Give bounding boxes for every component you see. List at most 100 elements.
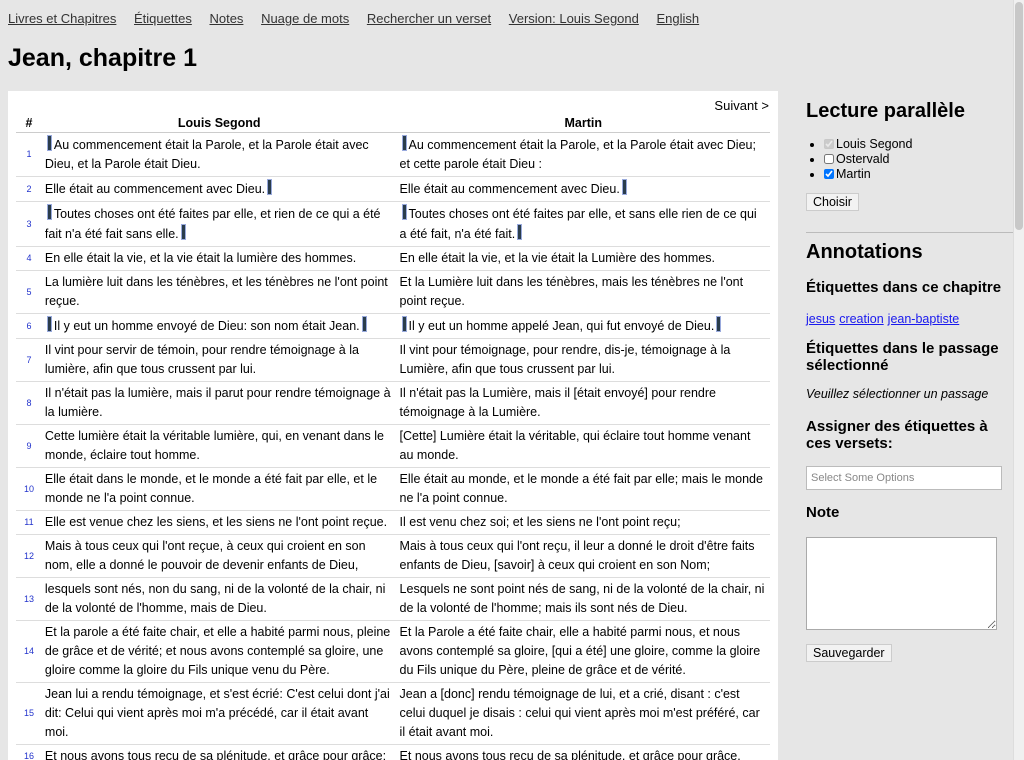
- verse-row[interactable]: 14 Et la parole a été faite chair, et ell…: [16, 620, 770, 683]
- verse-number[interactable]: 14: [16, 620, 42, 683]
- nav-language[interactable]: English: [657, 11, 700, 26]
- verse-text-martin[interactable]: Et nous avons tous reçu de sa plénitude,…: [396, 744, 770, 760]
- nav-search-verse[interactable]: Rechercher un verset: [367, 11, 491, 26]
- scrollbar-thumb[interactable]: [1015, 2, 1023, 230]
- verse-row[interactable]: 4 En elle était la vie, et la vie était l…: [16, 246, 770, 271]
- verse-text-martin[interactable]: Elle était au monde, et le monde a été f…: [396, 467, 770, 511]
- verse-row[interactable]: 16 Et nous avons tous reçu de sa plénitud…: [16, 744, 770, 760]
- verse-text-louis-segond[interactable]: Cette lumière était la véritable lumière…: [41, 424, 397, 468]
- verse-text-louis-segond[interactable]: La lumière luit dans les ténèbres, et le…: [41, 270, 397, 314]
- verse-text-louis-segond[interactable]: lesquels sont nés, non du sang, ni de la…: [41, 577, 397, 621]
- verse-number[interactable]: 9: [16, 424, 42, 468]
- verse-marker-icon[interactable]: [401, 204, 407, 220]
- verse-row[interactable]: 6 Il y eut un homme envoyé de Dieu: son n…: [16, 313, 770, 339]
- verse-number[interactable]: 11: [16, 510, 42, 535]
- verse-row[interactable]: 13 lesquels sont nés, non du sang, ni de …: [16, 577, 770, 621]
- verse-text-louis-segond[interactable]: Elle est venue chez les siens, et les si…: [41, 510, 397, 535]
- tag-link-creation[interactable]: creation: [839, 312, 883, 326]
- verse-text: Il n'était pas la Lumière, mais il [étai…: [399, 386, 716, 419]
- verse-number[interactable]: 2: [16, 176, 42, 202]
- verse-text: Et nous avons tous reçu de sa plénitude,…: [44, 749, 387, 760]
- verse-marker-icon[interactable]: [621, 179, 627, 195]
- verse-number[interactable]: 5: [16, 270, 42, 314]
- verse-number[interactable]: 8: [16, 381, 42, 425]
- verse-text-louis-segond[interactable]: Il y eut un homme envoyé de Dieu: son no…: [41, 313, 397, 339]
- verse-text-martin[interactable]: Toutes choses ont été faites par elle, e…: [396, 201, 770, 247]
- verse-text-martin[interactable]: Jean a [donc] rendu témoignage de lui, e…: [396, 682, 770, 745]
- verse-text-louis-segond[interactable]: Au commencement était la Parole, et la P…: [41, 132, 397, 177]
- verse-text-louis-segond[interactable]: Mais à tous ceux qui l'ont reçue, à ceux…: [41, 534, 397, 578]
- verse-text-louis-segond[interactable]: En elle était la vie, et la vie était la…: [41, 246, 397, 271]
- verse-text-martin[interactable]: En elle était la vie, et la vie était la…: [396, 246, 770, 271]
- verse-row[interactable]: 5 La lumière luit dans les ténèbres, et l…: [16, 270, 770, 314]
- verse-text-martin[interactable]: Mais à tous ceux qui l'ont reçu, il leur…: [396, 534, 770, 578]
- tag-link-jesus[interactable]: jesus: [806, 312, 835, 326]
- verse-row[interactable]: 1 Au commencement était la Parole, et la …: [16, 132, 770, 177]
- verse-row[interactable]: 2 Elle était au commencement avec Dieu. El…: [16, 176, 770, 202]
- verse-marker-icon[interactable]: [46, 135, 52, 151]
- verse-text-martin[interactable]: Il n'était pas la Lumière, mais il [étai…: [396, 381, 770, 425]
- nav-books-chapters[interactable]: Livres et Chapitres: [8, 11, 116, 26]
- verse-number[interactable]: 6: [16, 313, 42, 339]
- verse-number[interactable]: 1: [16, 132, 42, 177]
- verse-text-louis-segond[interactable]: Et nous avons tous reçu de sa plénitude,…: [41, 744, 397, 760]
- verse-number[interactable]: 13: [16, 577, 42, 621]
- verse-marker-icon[interactable]: [267, 179, 273, 195]
- verse-marker-icon[interactable]: [46, 316, 52, 332]
- verse-text-louis-segond[interactable]: Elle était dans le monde, et le monde a …: [41, 467, 397, 511]
- verse-row[interactable]: 8 Il n'était pas la lumière, mais il paru…: [16, 381, 770, 425]
- verse-row[interactable]: 11 Elle est venue chez les siens, et les …: [16, 510, 770, 535]
- verse-number[interactable]: 15: [16, 682, 42, 745]
- verse-text-louis-segond[interactable]: Il vint pour servir de témoin, pour rend…: [41, 338, 397, 382]
- version-checkbox-martin[interactable]: [824, 169, 834, 179]
- verse-text-martin[interactable]: Elle était au commencement avec Dieu.: [396, 176, 770, 202]
- verse-text-martin[interactable]: Il vint pour témoignage, pour rendre, di…: [396, 338, 770, 382]
- verse-row[interactable]: 7 Il vint pour servir de témoin, pour ren…: [16, 338, 770, 382]
- nav-tags[interactable]: Étiquettes: [134, 11, 192, 26]
- verse-number[interactable]: 10: [16, 467, 42, 511]
- verse-text-martin[interactable]: Et la Parole a été faite chair, elle a h…: [396, 620, 770, 683]
- verse-number[interactable]: 4: [16, 246, 42, 271]
- verse-text-martin[interactable]: Il est venu chez soi; et les siens ne l'…: [396, 510, 770, 535]
- verse-text-martin[interactable]: Et la Lumière luit dans les ténèbres, ma…: [396, 270, 770, 314]
- verse-number[interactable]: 12: [16, 534, 42, 578]
- next-chapter-link[interactable]: Suivant >: [714, 98, 769, 113]
- verse-row[interactable]: 10 Elle était dans le monde, et le monde …: [16, 467, 770, 511]
- verse-number[interactable]: 3: [16, 201, 42, 247]
- verse-text-martin[interactable]: Au commencement était la Parole, et la P…: [396, 132, 770, 177]
- choose-button[interactable]: Choisir: [806, 193, 859, 211]
- verse-text: Elle était au monde, et le monde a été f…: [399, 472, 763, 505]
- verse-marker-icon[interactable]: [46, 204, 52, 220]
- page-scrollbar[interactable]: [1013, 0, 1024, 760]
- tag-select-input[interactable]: Select Some Options: [806, 466, 1002, 490]
- verse-row[interactable]: 15 Jean lui a rendu témoignage, et s'est …: [16, 682, 770, 745]
- verse-marker-icon[interactable]: [401, 135, 407, 151]
- verse-marker-icon[interactable]: [180, 224, 186, 240]
- assign-tags-title: Assigner des étiquettes à ces versets:: [806, 418, 988, 452]
- verse-marker-icon[interactable]: [716, 316, 722, 332]
- verse-row[interactable]: 3 Toutes choses ont été faites par elle, …: [16, 201, 770, 247]
- verse-row[interactable]: 12 Mais à tous ceux qui l'ont reçue, à ce…: [16, 534, 770, 578]
- verse-text-louis-segond[interactable]: Toutes choses ont été faites par elle, e…: [41, 201, 397, 247]
- verse-text-martin[interactable]: [Cette] Lumière était la véritable, qui …: [396, 424, 770, 468]
- verse-marker-icon[interactable]: [517, 224, 523, 240]
- verse-text-louis-segond[interactable]: Elle était au commencement avec Dieu.: [41, 176, 397, 202]
- verse-marker-icon[interactable]: [361, 316, 367, 332]
- nav-version[interactable]: Version: Louis Segond: [509, 11, 639, 26]
- verse-row[interactable]: 9 Cette lumière était la véritable lumièr…: [16, 424, 770, 468]
- note-textarea[interactable]: [806, 537, 997, 630]
- version-checkbox-ostervald[interactable]: [824, 154, 834, 164]
- verse-marker-icon[interactable]: [401, 316, 407, 332]
- save-button[interactable]: Sauvegarder: [806, 644, 892, 662]
- version-checkbox-louis-segond[interactable]: [824, 139, 834, 149]
- verse-text-louis-segond[interactable]: Et la parole a été faite chair, et elle …: [41, 620, 397, 683]
- tag-link-jean-baptiste[interactable]: jean-baptiste: [888, 312, 960, 326]
- verse-text-martin[interactable]: Il y eut un homme appelé Jean, qui fut e…: [396, 313, 770, 339]
- nav-word-cloud[interactable]: Nuage de mots: [261, 11, 349, 26]
- nav-notes[interactable]: Notes: [209, 11, 243, 26]
- verse-number[interactable]: 16: [16, 744, 42, 760]
- verse-text-martin[interactable]: Lesquels ne sont point nés de sang, ni d…: [396, 577, 770, 621]
- verse-text-louis-segond[interactable]: Jean lui a rendu témoignage, et s'est éc…: [41, 682, 397, 745]
- verse-text-louis-segond[interactable]: Il n'était pas la lumière, mais il parut…: [41, 381, 397, 425]
- verse-number[interactable]: 7: [16, 338, 42, 382]
